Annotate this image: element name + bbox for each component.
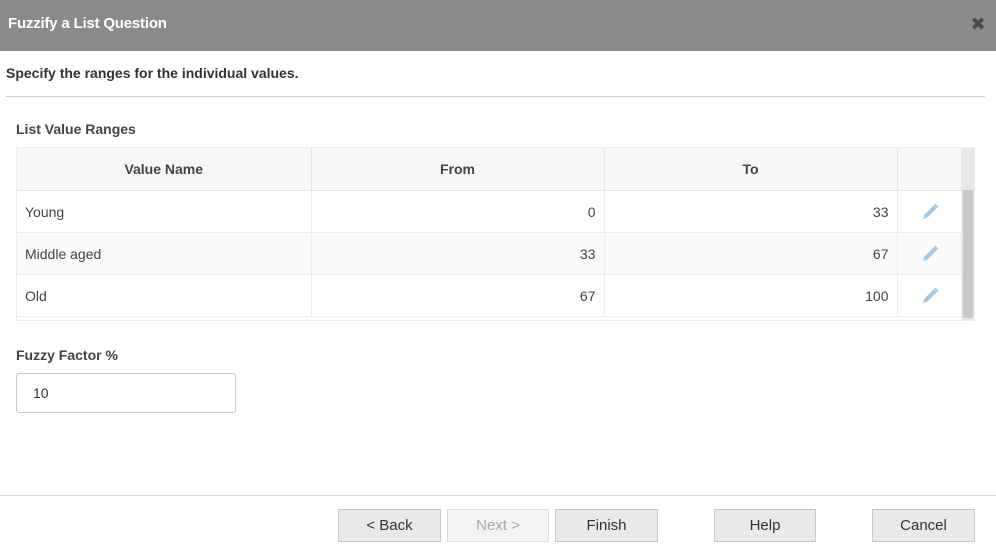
- close-icon[interactable]: ✖: [970, 14, 986, 34]
- to-cell[interactable]: 33: [604, 190, 898, 233]
- help-button[interactable]: Help: [714, 509, 816, 542]
- value-name-cell[interactable]: Middle aged: [17, 232, 312, 275]
- header-row: Value Name From To: [17, 148, 963, 191]
- from-cell[interactable]: 33: [311, 232, 605, 275]
- ranges-table: Value Name From To Young 0 33 Middle age…: [17, 148, 963, 317]
- next-button[interactable]: Next >: [447, 509, 549, 542]
- dialog-titlebar: Fuzzify a List Question ✖: [0, 0, 996, 51]
- column-header-from[interactable]: From: [311, 148, 605, 191]
- dialog-title: Fuzzify a List Question: [8, 15, 167, 32]
- grid-scrollbar[interactable]: [961, 148, 975, 320]
- value-name-cell[interactable]: Old: [17, 274, 312, 317]
- edit-cell: [897, 190, 963, 233]
- column-header-value-name[interactable]: Value Name: [17, 148, 312, 191]
- finish-button[interactable]: Finish: [555, 509, 658, 542]
- table-row[interactable]: Middle aged 33 67: [17, 232, 963, 275]
- footer-divider: [0, 495, 996, 496]
- edit-cell: [897, 232, 963, 275]
- column-header-actions: [897, 148, 963, 191]
- fuzzy-factor-label: Fuzzy Factor %: [16, 347, 118, 363]
- divider: [6, 96, 985, 97]
- to-cell[interactable]: 100: [604, 274, 898, 317]
- fuzzy-factor-input[interactable]: [16, 373, 236, 413]
- from-cell[interactable]: 0: [311, 190, 605, 233]
- edit-cell: [897, 274, 963, 317]
- ranges-grid: Value Name From To Young 0 33 Middle age…: [16, 147, 975, 321]
- from-cell[interactable]: 67: [311, 274, 605, 317]
- cancel-button[interactable]: Cancel: [872, 509, 975, 542]
- scrollbar-thumb[interactable]: [963, 190, 973, 318]
- pencil-icon[interactable]: [920, 286, 940, 306]
- table-row[interactable]: Young 0 33: [17, 190, 963, 233]
- column-header-to[interactable]: To: [604, 148, 898, 191]
- list-value-ranges-label: List Value Ranges: [16, 121, 136, 137]
- to-cell[interactable]: 67: [604, 232, 898, 275]
- pencil-icon[interactable]: [920, 244, 940, 264]
- pencil-icon[interactable]: [920, 202, 940, 222]
- back-button[interactable]: < Back: [338, 509, 441, 542]
- value-name-cell[interactable]: Young: [17, 190, 312, 233]
- table-row[interactable]: Old 67 100: [17, 274, 963, 317]
- instruction-text: Specify the ranges for the individual va…: [6, 65, 299, 81]
